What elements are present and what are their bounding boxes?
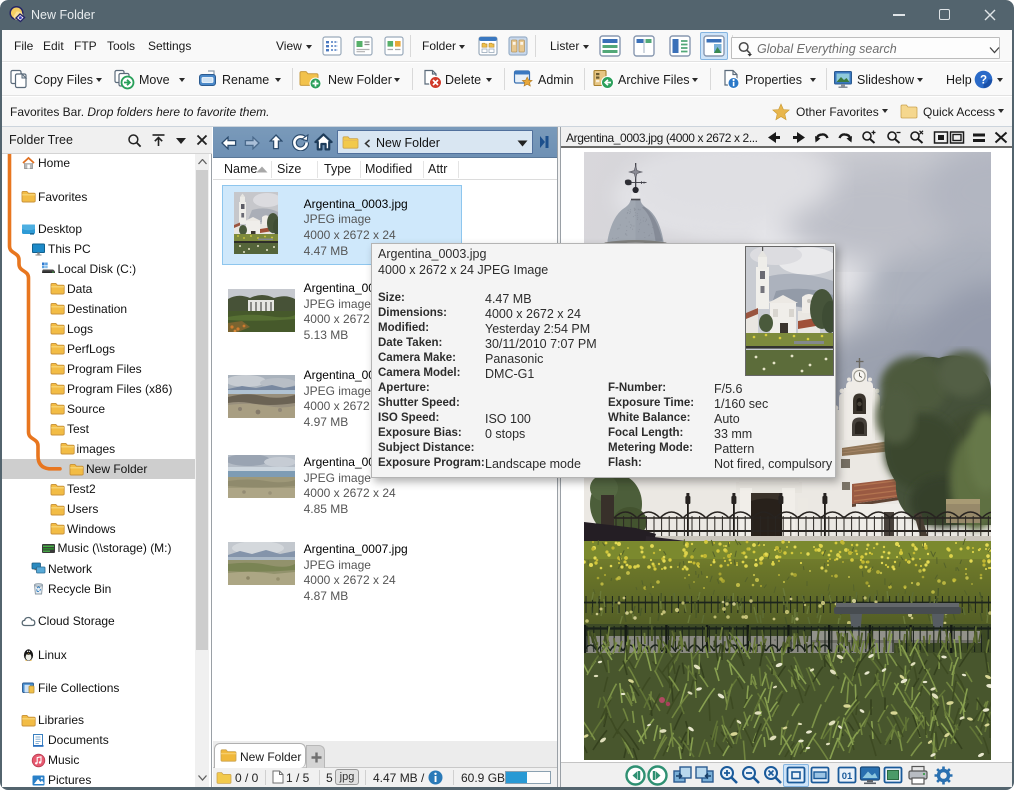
svg-text:?: ? — [980, 75, 987, 87]
svg-text:01: 01 — [842, 771, 853, 782]
